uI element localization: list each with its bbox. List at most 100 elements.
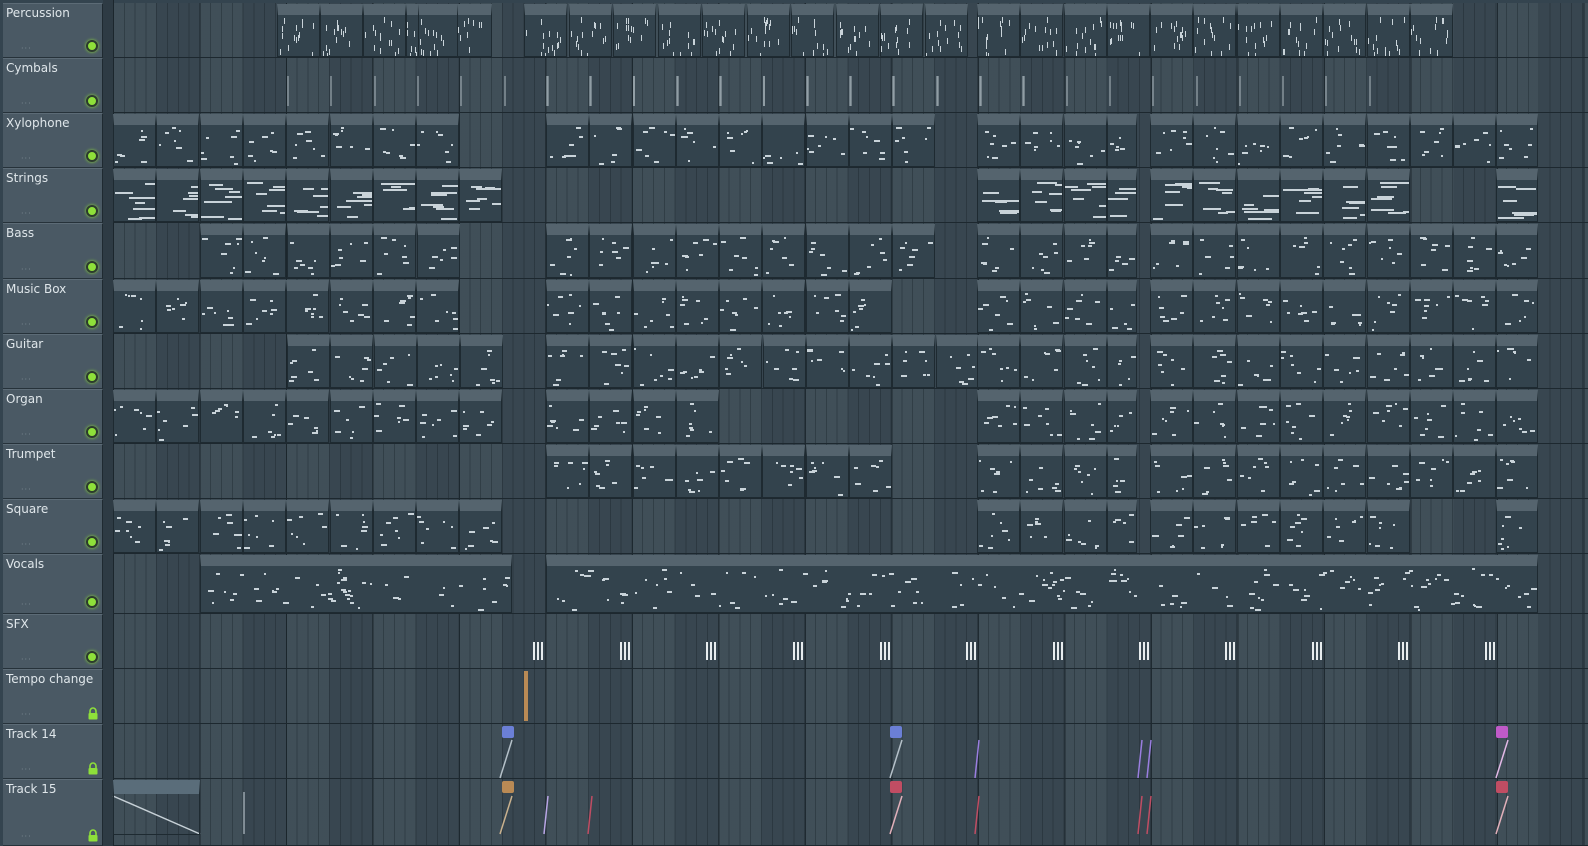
- pattern-clip[interactable]: Pat..8: [546, 390, 589, 443]
- pattern-clip[interactable]: Pat..6: [763, 335, 806, 388]
- pattern-clip[interactable]: Pat..2: [1150, 169, 1193, 222]
- sfx-slice[interactable]: [1233, 642, 1235, 660]
- pattern-clip[interactable]: Pa..1: [330, 169, 373, 222]
- sfx-slice[interactable]: [1402, 642, 1404, 660]
- pattern-clip[interactable]: Pa..5: [286, 500, 329, 553]
- pattern-clip[interactable]: Pa..2: [156, 114, 199, 167]
- pattern-clip[interactable]: Pat..5: [1193, 335, 1236, 388]
- cymbal-hit[interactable]: [1369, 76, 1371, 106]
- pattern-clip[interactable]: Pa..1: [200, 169, 243, 222]
- pattern-clip[interactable]: Pa..3: [200, 280, 243, 333]
- pattern-clip[interactable]: Pat..3: [1280, 224, 1323, 278]
- pattern-clip[interactable]: Pa..9: [287, 335, 330, 388]
- pattern-clip[interactable]: Pa..2: [286, 114, 329, 167]
- pattern-clip[interactable]: Pat..6: [589, 335, 632, 388]
- pattern-clip[interactable]: Pat..9: [1020, 169, 1063, 222]
- pattern-clip[interactable]: Pat..5: [1323, 335, 1366, 388]
- pattern-clip[interactable]: Pat..8: [1367, 500, 1410, 553]
- pattern-clip[interactable]: Pat..8: [1280, 500, 1323, 553]
- pattern-clip[interactable]: Pat..6: [977, 335, 1020, 388]
- cymbal-hit[interactable]: [589, 76, 591, 106]
- pattern-clip[interactable]: Pattern 20: [546, 555, 1538, 613]
- sfx-slice[interactable]: [624, 642, 626, 660]
- pattern-clip[interactable]: [925, 4, 968, 57]
- pattern-clip[interactable]: Pa..4: [330, 390, 373, 443]
- cymbal-hit[interactable]: [504, 76, 506, 106]
- cymbal-hit[interactable]: [374, 76, 376, 106]
- sfx-slice[interactable]: [537, 642, 539, 660]
- pattern-clip[interactable]: Pat..6: [936, 335, 979, 388]
- pattern-clip[interactable]: Pat..5: [892, 114, 935, 167]
- pattern-clip[interactable]: Pat..7: [1020, 280, 1063, 333]
- sfx-slice[interactable]: [884, 642, 886, 660]
- pattern-clip[interactable]: Pa..2: [416, 114, 459, 167]
- cymbal-hit[interactable]: [287, 76, 289, 106]
- pattern-clip[interactable]: Pa..2: [373, 114, 416, 167]
- pattern-clip[interactable]: Pat..6: [849, 335, 892, 388]
- pattern-clip[interactable]: Pat..2: [1323, 169, 1366, 222]
- pattern-clip[interactable]: Pat..7: [1410, 445, 1453, 498]
- pattern-clip[interactable]: Pat..0: [1496, 169, 1538, 222]
- pattern-clip[interactable]: [1064, 4, 1107, 57]
- pattern-clip[interactable]: Pat..7: [1150, 445, 1193, 498]
- pattern-clip[interactable]: Pat..8: [1020, 390, 1063, 443]
- pattern-clip[interactable]: Pat..6: [1237, 390, 1280, 443]
- sfx-slice[interactable]: [1139, 642, 1141, 660]
- pattern-clip[interactable]: Pat..7: [1367, 445, 1410, 498]
- sfx-slice[interactable]: [1061, 642, 1063, 660]
- pattern-clip[interactable]: [613, 4, 656, 57]
- cymbal-hit[interactable]: [979, 76, 981, 106]
- pattern-clip[interactable]: Pat..4: [589, 114, 632, 167]
- pattern-clip[interactable]: Pa..9: [374, 335, 417, 388]
- pattern-clip[interactable]: Pa..4: [286, 390, 329, 443]
- pattern-clip[interactable]: Pat..7: [1064, 280, 1107, 333]
- pattern-clip[interactable]: Pa..3: [156, 280, 199, 333]
- pattern-clip[interactable]: Pa..2: [243, 114, 286, 167]
- pattern-clip[interactable]: Pat..5: [806, 280, 849, 333]
- sfx-slice[interactable]: [620, 642, 622, 660]
- pattern-clip[interactable]: Pat..4: [1150, 280, 1193, 333]
- sfx-slice[interactable]: [793, 642, 795, 660]
- pattern-clip[interactable]: Pa..5: [373, 500, 416, 553]
- pattern-clip[interactable]: [1107, 280, 1137, 333]
- pattern-clip[interactable]: Pat..1: [1410, 114, 1453, 167]
- pattern-clip[interactable]: Pat..6: [1453, 390, 1496, 443]
- pattern-clip[interactable]: Pat..3: [1410, 224, 1453, 278]
- pattern-clip[interactable]: Pat..8: [1323, 500, 1366, 553]
- cymbal-hit[interactable]: [1022, 76, 1024, 106]
- pattern-clip[interactable]: Pa..7: [363, 4, 406, 57]
- pattern-clip[interactable]: Pat..3: [1367, 224, 1410, 278]
- sfx-slice[interactable]: [970, 642, 972, 660]
- pattern-clip[interactable]: Pat..9: [977, 169, 1020, 222]
- sfx-slice[interactable]: [1143, 642, 1145, 660]
- pattern-clip[interactable]: Pat..5: [719, 280, 762, 333]
- sfx-slice[interactable]: [1406, 642, 1408, 660]
- cymbal-hit[interactable]: [676, 76, 678, 106]
- pattern-clip[interactable]: Pat..8: [589, 390, 632, 443]
- pattern-clip[interactable]: Pa..8: [243, 224, 286, 278]
- pattern-clip[interactable]: Pat..2: [1193, 169, 1236, 222]
- sfx-slice[interactable]: [1057, 642, 1059, 660]
- pattern-clip[interactable]: [880, 4, 923, 57]
- pattern-clip[interactable]: Pa..5: [156, 500, 199, 553]
- sfx-slice[interactable]: [1053, 642, 1055, 660]
- pattern-clip[interactable]: Pat..9: [589, 445, 632, 498]
- pattern-clip[interactable]: Pa..5: [459, 500, 502, 553]
- pattern-clip[interactable]: Pat..4: [892, 224, 935, 278]
- pattern-clip[interactable]: Pat..6: [546, 335, 589, 388]
- pattern-clip[interactable]: Pa..1: [459, 169, 502, 222]
- cymbal-hit[interactable]: [546, 76, 548, 106]
- pattern-clip[interactable]: [658, 4, 701, 57]
- pattern-clip[interactable]: [1107, 114, 1137, 167]
- pattern-clip[interactable]: Pa..3: [243, 280, 286, 333]
- pattern-clip[interactable]: [1193, 4, 1236, 57]
- pattern-clip[interactable]: Pat..7: [977, 280, 1020, 333]
- pattern-clip[interactable]: Pat..1: [1453, 114, 1496, 167]
- pattern-clip[interactable]: Pat..5: [1410, 335, 1453, 388]
- cymbal-hit[interactable]: [763, 76, 765, 106]
- pattern-clip[interactable]: Pat..3: [1193, 224, 1236, 278]
- pattern-clip[interactable]: Pa..8: [330, 224, 373, 278]
- sfx-slice[interactable]: [974, 642, 976, 660]
- pattern-clip[interactable]: Pa..5: [330, 500, 373, 553]
- pattern-clip[interactable]: Pat..3: [1323, 224, 1366, 278]
